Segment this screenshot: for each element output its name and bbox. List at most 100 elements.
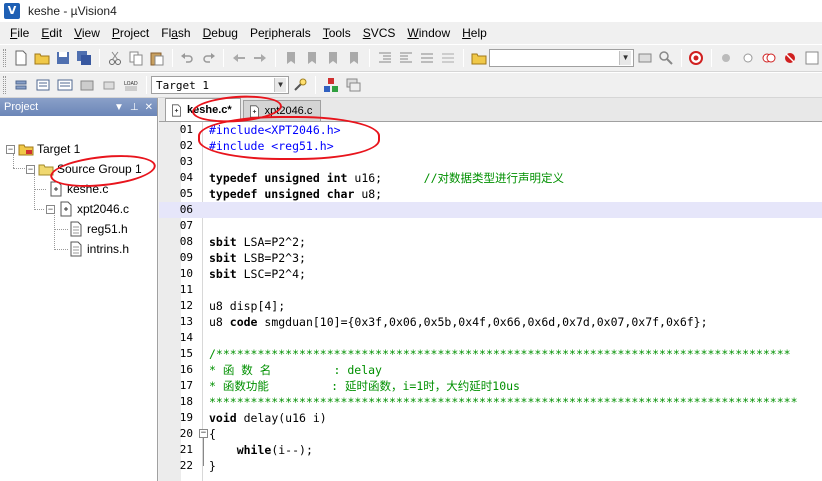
main-toolbar: ▼	[0, 44, 822, 72]
menu-item[interactable]: Tools	[317, 23, 357, 43]
code-line[interactable]: 07	[159, 218, 822, 234]
code-line[interactable]: 04 typedef unsigned int u16; //对数据类型进行声明定…	[159, 170, 822, 186]
code-line[interactable]: 14	[159, 330, 822, 346]
nav-forward-icon[interactable]	[251, 48, 270, 68]
redo-icon[interactable]	[199, 48, 218, 68]
undo-icon[interactable]	[178, 48, 197, 68]
code-line[interactable]: 10 sbit LSC=P2^4;	[159, 266, 822, 282]
code-line[interactable]: 02 #include <reg51.h>	[159, 138, 822, 154]
batch-build-icon[interactable]	[77, 75, 97, 95]
debug-session-icon[interactable]	[687, 48, 706, 68]
menu-item[interactable]: Peripherals	[244, 23, 317, 43]
code-line[interactable]: 09 sbit LSB=P2^3;	[159, 250, 822, 266]
code-line[interactable]: 06	[159, 202, 822, 218]
tree-item-keshe-c[interactable]: keshe.c	[48, 180, 108, 198]
line-number: 19	[179, 411, 193, 424]
tree-item-reg51-h[interactable]: reg51.h	[68, 220, 128, 238]
new-file-icon[interactable]	[11, 48, 30, 68]
stop-build-icon[interactable]	[99, 75, 119, 95]
tree-item-xpt2046-c[interactable]: − xpt2046.c	[46, 200, 129, 218]
code-line[interactable]: 03	[159, 154, 822, 170]
nav-back-icon[interactable]	[229, 48, 248, 68]
bookmark-clear-icon[interactable]	[345, 48, 364, 68]
find-in-files-icon[interactable]	[469, 48, 488, 68]
code-line[interactable]: 11	[159, 282, 822, 298]
save-icon[interactable]	[54, 48, 73, 68]
code-line[interactable]: 22}	[159, 458, 822, 474]
menu-item[interactable]: View	[68, 23, 106, 43]
collapse-icon[interactable]: −	[6, 144, 15, 154]
code-line[interactable]: 19 void delay(u16 i)	[159, 410, 822, 426]
target-select[interactable]: Target 1 ▼	[151, 76, 289, 94]
rebuild-icon[interactable]	[55, 75, 75, 95]
bookmark-prev-icon[interactable]	[302, 48, 321, 68]
build-icon[interactable]	[33, 75, 53, 95]
uncomment-icon[interactable]	[439, 48, 458, 68]
menu-item[interactable]: Edit	[35, 23, 68, 43]
indent-icon[interactable]	[375, 48, 394, 68]
toolbar-grip[interactable]	[3, 49, 6, 67]
menu-item[interactable]: SVCS	[357, 23, 402, 43]
manage-components-icon[interactable]	[321, 75, 341, 95]
breakpoint-insert-icon[interactable]	[717, 48, 736, 68]
comment-icon[interactable]	[417, 48, 436, 68]
chevron-down-icon[interactable]: ▼	[619, 51, 632, 65]
code-line[interactable]: 05 typedef unsigned char u8;	[159, 186, 822, 202]
code-line[interactable]: 08 sbit LSA=P2^2;	[159, 234, 822, 250]
code-line[interactable]: 01 #include<XPT2046.h>	[159, 122, 822, 138]
breakpoint-disable-all-icon[interactable]	[759, 48, 778, 68]
collapse-icon[interactable]: −	[46, 204, 55, 214]
bookmark-next-icon[interactable]	[323, 48, 342, 68]
editor-pane: keshe.c* xpt2046.c 01 #include<XPT2046.h>…	[159, 98, 822, 481]
fold-collapse-icon[interactable]: −	[199, 429, 208, 438]
bookmark-toggle-icon[interactable]	[281, 48, 300, 68]
cut-icon[interactable]	[105, 48, 124, 68]
close-icon[interactable]: ✕	[145, 102, 153, 113]
code-line[interactable]: 16 * 函 数 名 : delay	[159, 362, 822, 378]
menu-item[interactable]: Help	[456, 23, 493, 43]
toolbar-grip[interactable]	[3, 76, 6, 94]
chevron-down-icon[interactable]: ▼	[114, 102, 124, 113]
chevron-down-icon[interactable]: ▼	[274, 78, 286, 92]
toolbar-separator	[315, 76, 316, 94]
code-line[interactable]: 12 u8 disp[4];	[159, 298, 822, 314]
tab-xpt2046-c[interactable]: xpt2046.c	[242, 100, 322, 121]
copy-icon[interactable]	[126, 48, 145, 68]
find-combo[interactable]: ▼	[489, 49, 635, 67]
menu-item[interactable]: Flash	[155, 23, 196, 43]
translate-icon[interactable]	[11, 75, 31, 95]
breakpoint-kill-all-icon[interactable]	[781, 48, 800, 68]
code-editor[interactable]: 01 #include<XPT2046.h> 02 #include <reg51.h…	[159, 122, 822, 481]
code-text: while(i--);	[236, 443, 313, 457]
collapse-icon[interactable]: −	[26, 164, 35, 174]
menu-item[interactable]: File	[4, 23, 35, 43]
paste-icon[interactable]	[148, 48, 167, 68]
open-folder-icon[interactable]	[32, 48, 51, 68]
unindent-icon[interactable]	[396, 48, 415, 68]
incremental-find-icon[interactable]	[635, 48, 654, 68]
pin-icon[interactable]: ⊥	[130, 102, 139, 113]
code-line[interactable]: 17 * 函数功能 : 延时函数，i=1时，大约延时10us	[159, 378, 822, 394]
menu-item[interactable]: Project	[106, 23, 155, 43]
tree-item-intrins-h[interactable]: intrins.h	[68, 240, 129, 258]
save-all-icon[interactable]	[75, 48, 94, 68]
file-extensions-icon[interactable]	[343, 75, 363, 95]
line-number: 22	[179, 459, 193, 472]
tree-item-source-group[interactable]: − Source Group 1	[26, 160, 142, 178]
menu-item[interactable]: Window	[401, 23, 456, 43]
breakpoint-enable-icon[interactable]	[738, 48, 757, 68]
target-options-icon[interactable]	[290, 75, 310, 95]
code-line[interactable]: 20 {−	[159, 426, 822, 442]
code-line[interactable]: 13 u8 code smgduan[10]={0x3f,0x06,0x5b,0x…	[159, 314, 822, 330]
line-number: 16	[179, 363, 193, 376]
find-icon[interactable]	[656, 48, 675, 68]
code-line[interactable]: 21 while(i--);	[159, 442, 822, 458]
line-number: 20	[179, 427, 193, 440]
tab-keshe-c[interactable]: keshe.c*	[165, 98, 241, 121]
code-line[interactable]: 15 /*************************************…	[159, 346, 822, 362]
download-icon[interactable]: LOAD	[121, 75, 141, 95]
tree-item-target[interactable]: − Target 1	[6, 140, 80, 158]
menu-item[interactable]: Debug	[197, 23, 244, 43]
window-layout-icon[interactable]	[802, 48, 821, 68]
code-line[interactable]: 18 **************************************…	[159, 394, 822, 410]
